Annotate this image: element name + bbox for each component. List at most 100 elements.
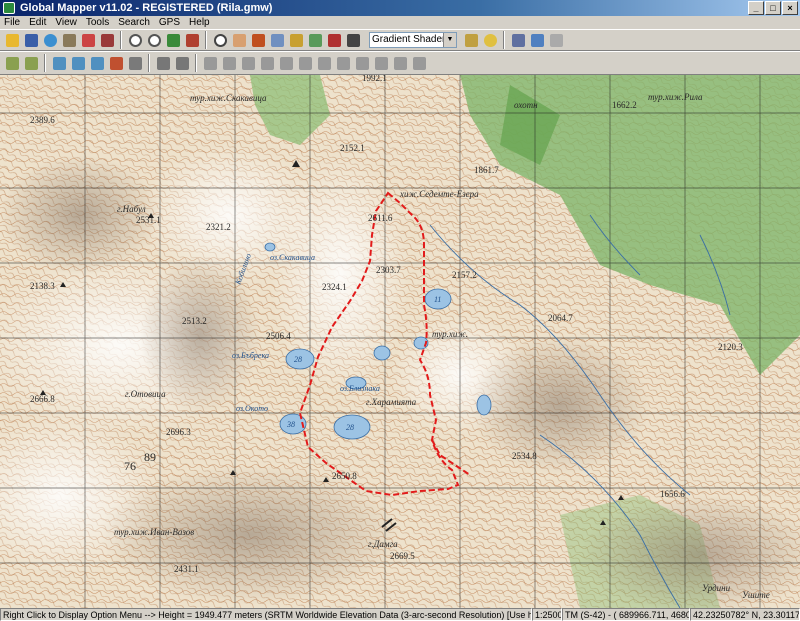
edit-tool-6-icon[interactable] — [296, 54, 314, 72]
create-point-icon[interactable] — [50, 54, 68, 72]
split-line-icon[interactable] — [88, 54, 106, 72]
app-icon — [3, 2, 15, 14]
app-window: Global Mapper v11.02 - REGISTERED (Rila.… — [0, 0, 800, 621]
map-label: оз.Близнака — [340, 384, 380, 393]
map-label: хиж.Седемте-Езера — [399, 189, 479, 199]
map-label: тур.хиж. — [432, 329, 468, 339]
map-label: г.Харамията — [366, 397, 417, 407]
map-label: 2650.8 — [332, 471, 357, 481]
map-view[interactable]: тур.хиж.Скакавица 2389.6 2152.1 1992.1 1… — [0, 75, 800, 608]
map-label: тур.хиж.Рила — [648, 92, 703, 102]
draw-icon[interactable] — [325, 31, 343, 49]
edit-tool-2-icon[interactable] — [220, 54, 238, 72]
map-label: г.Дамга — [368, 539, 398, 549]
pencil-icon[interactable] — [154, 54, 172, 72]
map-label: 2303.7 — [376, 265, 401, 275]
map-label: 2321.2 — [206, 222, 231, 232]
map-label: 2152.1 — [340, 143, 365, 153]
edit-tool-10-icon[interactable] — [372, 54, 390, 72]
feature-info-icon[interactable] — [268, 31, 286, 49]
export-icon[interactable] — [60, 31, 78, 49]
map-label: 2389.6 — [30, 115, 55, 125]
map-label: Ушите — [742, 590, 770, 600]
toolbar-separator — [44, 54, 46, 72]
map-label: 1861.7 — [474, 165, 499, 175]
menu-edit[interactable]: Edit — [29, 16, 46, 29]
edit-tool-3-icon[interactable] — [239, 54, 257, 72]
map-label: 1992.1 — [362, 75, 387, 83]
globe-icon[interactable] — [41, 31, 59, 49]
map-label: 38 — [286, 420, 295, 429]
sun-icon[interactable] — [481, 31, 499, 49]
move-feature-icon[interactable] — [107, 54, 125, 72]
lighting-icon[interactable] — [462, 31, 480, 49]
map-label: 2064.7 — [548, 313, 573, 323]
map-label: г.Отовица — [125, 389, 166, 399]
map-label: г.Набул — [117, 204, 146, 214]
map-label: оз.Окото — [236, 404, 268, 413]
path-profile-icon[interactable] — [287, 31, 305, 49]
edit-tool-11-icon[interactable] — [391, 54, 409, 72]
crosshair-icon[interactable] — [547, 31, 565, 49]
title-bar: Global Mapper v11.02 - REGISTERED (Rila.… — [0, 0, 800, 16]
edit-tool-5-icon[interactable] — [277, 54, 295, 72]
topographic-map[interactable]: тур.хиж.Скакавица 2389.6 2152.1 1992.1 1… — [0, 75, 800, 608]
menu-gps[interactable]: GPS — [159, 16, 180, 29]
edit-tool-9-icon[interactable] — [353, 54, 371, 72]
layers-icon[interactable] — [79, 31, 97, 49]
edit-tool-1-icon[interactable] — [201, 54, 219, 72]
map-label: 2534.8 — [512, 451, 537, 461]
3d-view-icon[interactable] — [509, 31, 527, 49]
map-label: 89 — [144, 450, 156, 464]
zoom-out-icon[interactable] — [145, 31, 163, 49]
chevron-down-icon[interactable]: ▼ — [443, 33, 456, 47]
map-label: 2120.3 — [718, 342, 743, 352]
map-label: 2157.2 — [452, 270, 477, 280]
search-icon[interactable] — [211, 31, 229, 49]
status-projection: TM (S-42) - ( 689966.711, 4680110.259 ) — [562, 608, 690, 621]
status-latlon: 42.23250782° N, 23.30117541° E — [690, 608, 800, 621]
create-area-icon[interactable] — [3, 54, 21, 72]
digitizer-icon[interactable] — [306, 31, 324, 49]
toolbar-separator — [120, 31, 122, 49]
menu-file[interactable]: File — [4, 16, 20, 29]
map-view-icon[interactable] — [528, 31, 546, 49]
map-label: оз.Бъбрека — [232, 351, 269, 360]
edit-vertex-icon[interactable] — [69, 54, 87, 72]
edit-tool-4-icon[interactable] — [258, 54, 276, 72]
map-label: 28 — [346, 423, 354, 432]
menu-search[interactable]: Search — [118, 16, 150, 29]
menu-help[interactable]: Help — [189, 16, 210, 29]
save-icon[interactable] — [22, 31, 40, 49]
maximize-button[interactable]: □ — [765, 1, 781, 15]
edit-tool-8-icon[interactable] — [334, 54, 352, 72]
map-label: 2138.3 — [30, 281, 55, 291]
menu-tools[interactable]: Tools — [86, 16, 109, 29]
status-scale: 1:25000 — [532, 608, 562, 621]
map-label: 2513.2 — [182, 316, 207, 326]
measure-icon[interactable] — [249, 31, 267, 49]
close-button[interactable]: × — [782, 1, 798, 15]
pan-icon[interactable] — [230, 31, 248, 49]
zoom-full-icon[interactable] — [164, 31, 182, 49]
edit-tool-7-icon[interactable] — [315, 54, 333, 72]
map-label: 2666.8 — [30, 394, 55, 404]
rotate-icon[interactable] — [126, 54, 144, 72]
map-label: охотн — [514, 100, 538, 110]
binoculars-icon[interactable] — [344, 31, 362, 49]
map-label: 2531.1 — [136, 215, 161, 225]
arrow-select-icon[interactable] — [173, 54, 191, 72]
edit-tool-12-icon[interactable] — [410, 54, 428, 72]
map-label: 2611.6 — [368, 213, 393, 223]
menu-view[interactable]: View — [55, 16, 77, 29]
open-folder-icon[interactable] — [3, 31, 21, 49]
main-toolbar: Gradient Shader ▼ — [0, 29, 800, 51]
home-icon[interactable] — [183, 31, 201, 49]
minimize-button[interactable]: _ — [748, 1, 764, 15]
window-title: Global Mapper v11.02 - REGISTERED (Rila.… — [20, 2, 273, 14]
map-label: Урдини — [702, 583, 731, 593]
zoom-in-icon[interactable] — [126, 31, 144, 49]
shader-dropdown[interactable]: Gradient Shader ▼ — [369, 32, 457, 48]
tools-icon[interactable] — [98, 31, 116, 49]
create-line-icon[interactable] — [22, 54, 40, 72]
